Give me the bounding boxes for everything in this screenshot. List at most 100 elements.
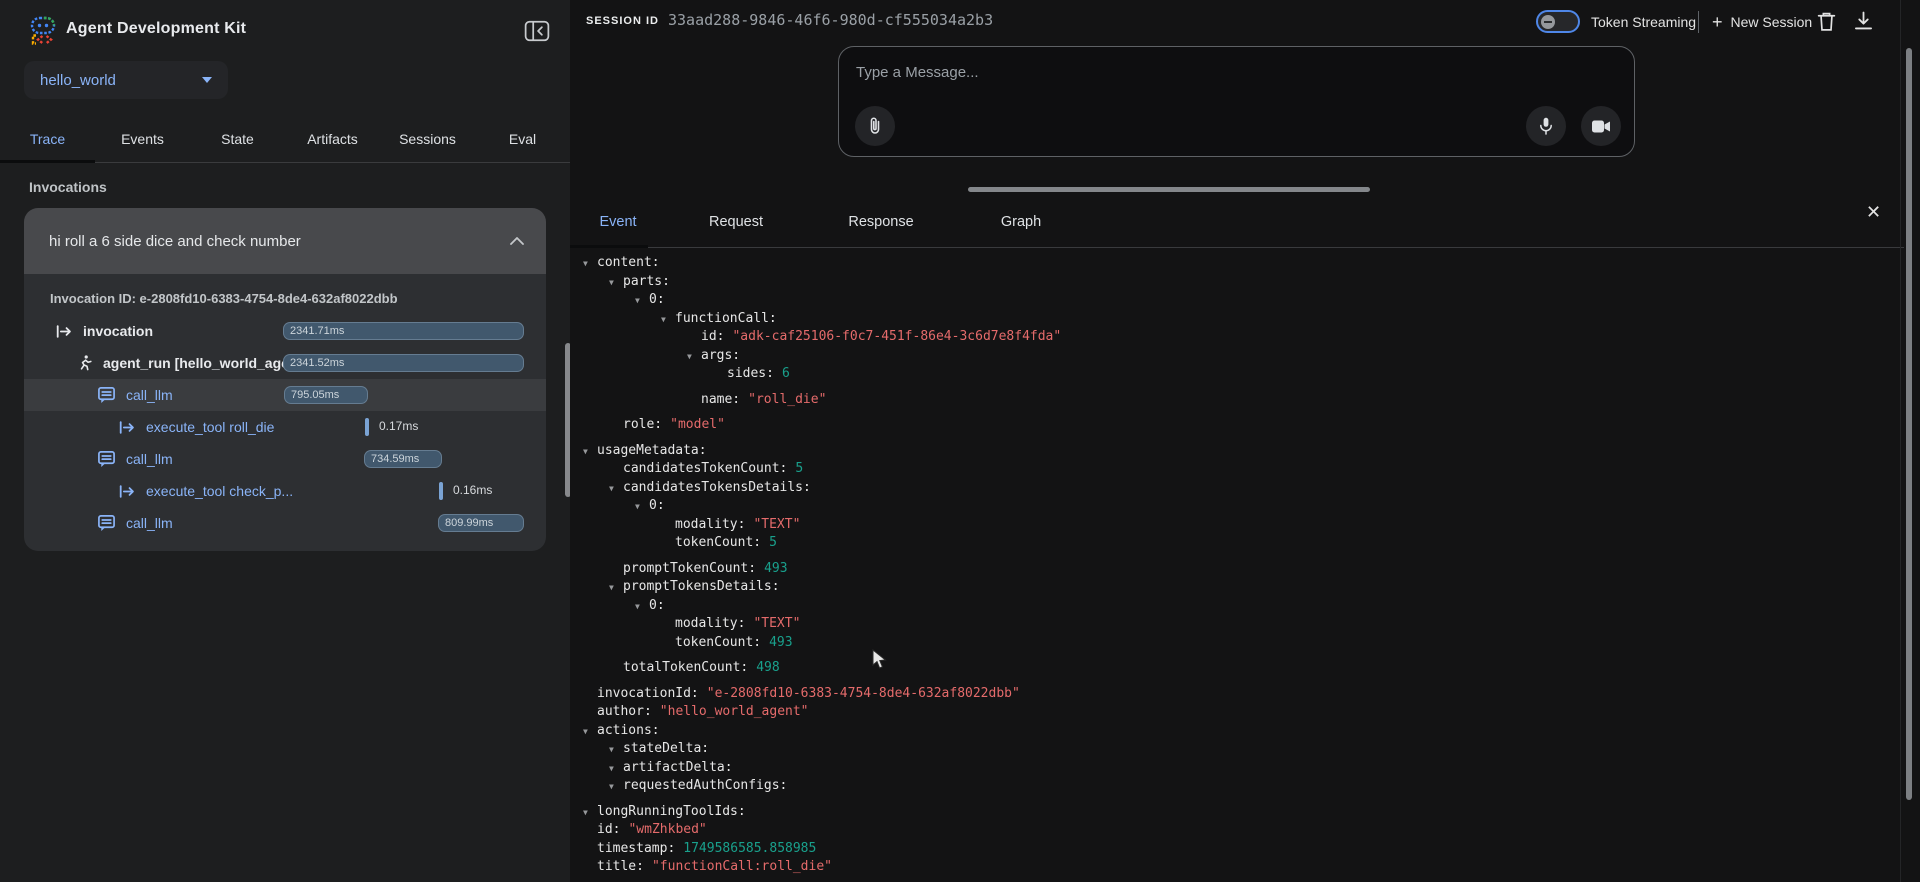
collapse-arrow-icon[interactable]: ▼ [635,602,649,611]
json-line: ▼parts: [583,274,1900,293]
collapse-arrow-icon[interactable]: ▼ [687,352,701,361]
collapse-arrow-icon[interactable]: ▼ [609,583,623,592]
collapse-arrow-icon[interactable]: ▼ [583,259,597,268]
json-value: 1749586585.858985 [683,841,816,856]
json-value: "adk-caf25106-f0c7-451f-86e4-3c6d7e8f4fd… [732,329,1061,344]
json-value: "roll_die" [748,392,826,407]
json-key: args: [701,348,740,363]
json-key: longRunningToolIds: [597,804,746,819]
trace-span-row[interactable]: execute_tool check_p...0.16ms [24,475,546,507]
json-key: candidatesTokenCount: [623,461,787,476]
detail-tab-graph[interactable]: Graph [956,196,1086,247]
tab-eval[interactable]: Eval [475,116,570,162]
tab-artifacts[interactable]: Artifacts [285,116,380,162]
trace-span-row[interactable]: agent_run [hello_world_agent]2341.52ms [24,347,546,379]
json-key: actions: [597,723,660,738]
json-line: id: "adk-caf25106-f0c7-451f-86e4-3c6d7e8f… [583,329,1900,348]
trace-span-row[interactable]: call_llm734.59ms [24,443,546,475]
json-key: promptTokenCount: [623,561,756,576]
detail-tab-response[interactable]: Response [806,196,956,247]
collapse-arrow-icon[interactable]: ▼ [583,727,597,736]
json-line: invocationId:"e-2808fd10-6383-4754-8de4-… [583,686,1900,705]
tab-events[interactable]: Events [95,116,190,162]
trace-span-label: call_llm [126,451,173,467]
scrollbar-track-edge [1900,0,1901,882]
json-value: "wmZhkbed" [628,822,706,837]
trace-span-label: invocation [83,323,153,339]
json-value: "e-2808fd10-6383-4754-8de4-632af8022dbb" [707,686,1020,701]
json-key: id: [701,329,724,344]
microphone-button[interactable] [1526,106,1566,146]
message-input[interactable]: Type a Message... [856,64,979,81]
chevron-up-icon[interactable] [510,237,524,245]
json-line: candidatesTokenCount: 5 [583,461,1900,480]
json-line: sides:6 [583,366,1900,385]
json-line: ▼longRunningToolIds: [583,804,1900,823]
close-icon: ✕ [1866,202,1881,222]
close-detail-button[interactable]: ✕ [1866,202,1881,223]
json-line: ▼0: [583,598,1900,617]
trace-span-row[interactable]: call_llm795.05ms [24,379,546,411]
token-streaming-toggle[interactable] [1536,10,1580,33]
collapse-arrow-icon[interactable]: ▼ [609,764,623,773]
json-key: author: [597,704,652,719]
trash-icon [1817,11,1836,32]
export-session-button[interactable] [1854,11,1873,30]
app-title: Agent Development Kit [66,20,246,38]
collapse-arrow-icon[interactable]: ▼ [583,447,597,456]
json-key: 0: [649,498,665,513]
duration-bar: 795.05ms [284,386,368,404]
flow-arrow-icon [118,420,136,435]
collapse-sidebar-icon[interactable] [524,19,550,43]
agent-select-value: hello_world [40,72,202,89]
paperclip-icon [865,116,885,136]
json-line: promptTokenCount:493 [583,561,1900,580]
json-line: ▼args: [583,348,1900,367]
video-button[interactable] [1581,106,1621,146]
json-line: ▼stateDelta: [583,741,1900,760]
collapse-arrow-icon[interactable]: ▼ [635,296,649,305]
invocation-card-header[interactable]: hi roll a 6 side dice and check number [24,208,546,274]
session-id-label: SESSION ID [586,15,659,27]
json-line: ▼content: [583,255,1900,274]
chat-icon [97,450,116,468]
tab-state[interactable]: State [190,116,285,162]
collapse-arrow-icon[interactable]: ▼ [609,745,623,754]
new-session-label: New Session [1731,14,1813,30]
json-value: 5 [795,461,803,476]
detail-tab-request[interactable]: Request [666,196,806,247]
json-key: stateDelta: [623,741,709,756]
chat-icon [97,514,116,532]
collapse-arrow-icon[interactable]: ▼ [583,808,597,817]
json-line: id:"wmZhkbed" [583,822,1900,841]
message-input-card: Type a Message... [838,46,1635,157]
adk-web-ui: Agent Development Kit hello_world TraceE… [0,0,1920,882]
collapse-arrow-icon[interactable]: ▼ [609,782,623,791]
tab-sessions[interactable]: Sessions [380,116,475,162]
tab-trace[interactable]: Trace [0,116,95,162]
json-line: totalTokenCount:498 [583,660,1900,679]
detail-tab-event[interactable]: Event [570,196,666,247]
trace-span-row[interactable]: invocation2341.71ms [24,315,546,347]
main-scrollbar-thumb[interactable] [1906,48,1912,800]
json-key: parts: [623,274,670,289]
delete-session-button[interactable] [1817,11,1836,32]
collapse-arrow-icon[interactable]: ▼ [635,502,649,511]
json-line: modality:"TEXT" [583,616,1900,635]
invocations-section-label: Invocations [29,179,107,195]
json-line: ▼0: [583,292,1900,311]
attach-file-button[interactable] [855,106,895,146]
json-key: content: [597,255,660,270]
new-session-button[interactable]: + New Session [1712,14,1812,30]
collapse-arrow-icon[interactable]: ▼ [661,315,675,324]
header-divider [1698,11,1699,33]
agent-select-dropdown[interactable]: hello_world [24,61,228,99]
horizontal-scrollbar-thumb[interactable] [968,187,1370,192]
trace-span-label: execute_tool roll_die [146,419,274,435]
collapse-arrow-icon[interactable]: ▼ [609,278,623,287]
session-id-value: 33aad288-9846-46f6-980d-cf555034a2b3 [668,11,993,29]
trace-span-row[interactable]: execute_tool roll_die0.17ms [24,411,546,443]
trace-span-row[interactable]: call_llm809.99ms [24,507,546,539]
collapse-arrow-icon[interactable]: ▼ [609,484,623,493]
json-line: ▼functionCall: [583,311,1900,330]
